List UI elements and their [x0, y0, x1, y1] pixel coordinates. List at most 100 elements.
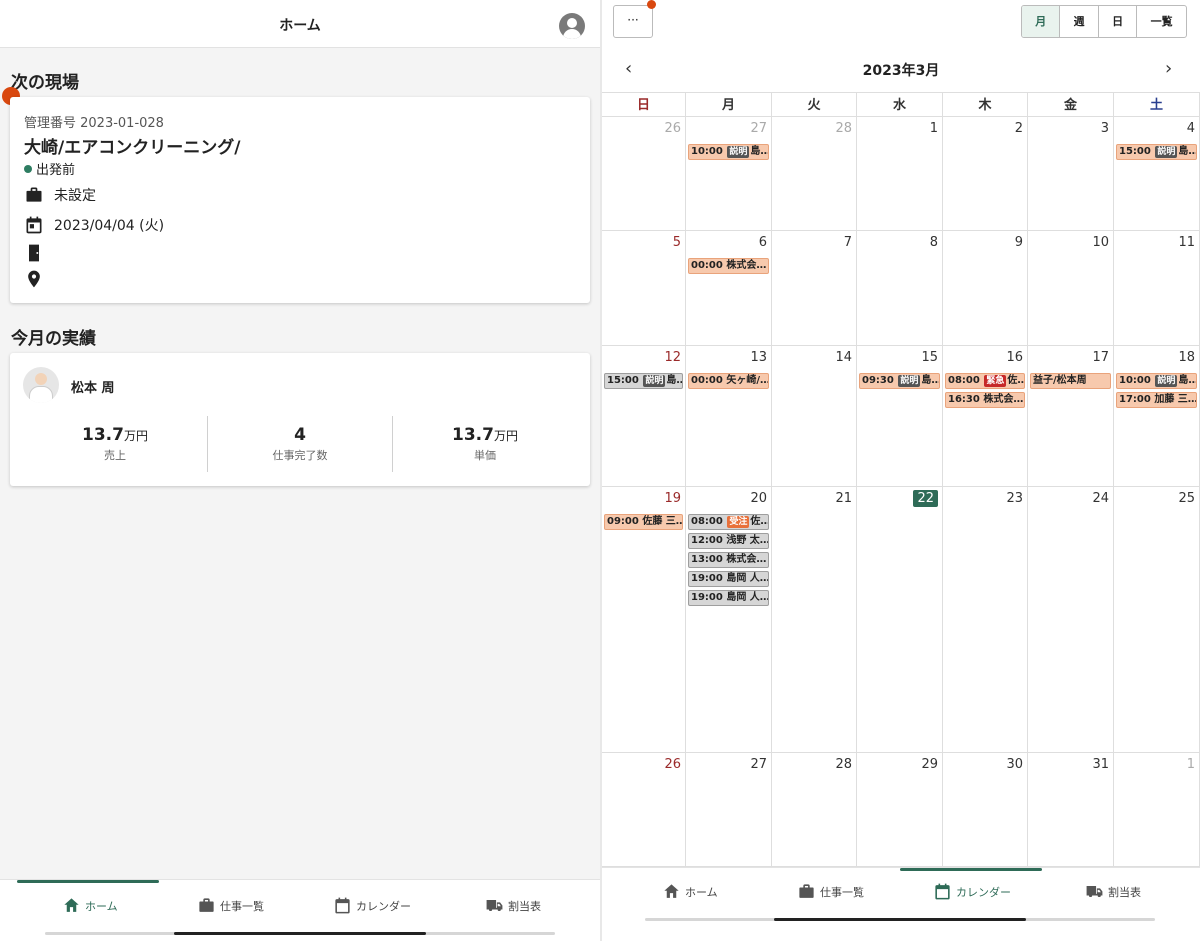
- more-button[interactable]: ···: [613, 5, 653, 38]
- nav-assignment[interactable]: 割当表: [485, 896, 541, 915]
- calendar-day-cell[interactable]: 1: [857, 117, 943, 231]
- event-title: 加藤 三…: [1154, 394, 1197, 405]
- management-number: 管理番号 2023-01-028: [24, 116, 164, 131]
- view-week-button[interactable]: 週: [1059, 6, 1097, 37]
- day-number: 15: [921, 350, 938, 365]
- calendar-day-cell[interactable]: 26: [602, 117, 686, 231]
- calendar-day-cell[interactable]: 17 益子/松本周: [1028, 346, 1114, 487]
- month-title: 2023年3月: [862, 63, 940, 79]
- calendar-day-cell[interactable]: 8: [857, 231, 943, 346]
- calendar-event[interactable]: 12:00 浅野 太…: [688, 533, 769, 549]
- day-number: 14: [835, 350, 852, 365]
- day-number: 24: [1092, 491, 1109, 506]
- calendar-day-cell[interactable]: 28: [772, 753, 857, 867]
- event-title: 佐…: [1007, 375, 1024, 386]
- calendar-icon: [335, 897, 350, 914]
- calendar-day-cell[interactable]: 6 00:00 株式会…: [686, 231, 772, 346]
- calendar-day-cell[interactable]: 2: [943, 117, 1028, 231]
- day-number: 21: [835, 491, 852, 506]
- nav-home[interactable]: ホーム: [62, 896, 118, 915]
- view-day-button[interactable]: 日: [1097, 6, 1136, 37]
- event-title: 株式会…: [726, 260, 767, 271]
- event-title: 益子/松本周: [1033, 375, 1087, 386]
- calendar-day-cell[interactable]: 3: [1028, 117, 1114, 231]
- calendar-day-cell[interactable]: 14: [772, 346, 857, 487]
- scrollbar[interactable]: [174, 932, 426, 935]
- event-tag: 説明: [1155, 375, 1178, 387]
- calendar-day-cell[interactable]: 1: [1114, 753, 1200, 867]
- calendar-day-cell[interactable]: 9: [943, 231, 1028, 346]
- calendar-day-cell[interactable]: 13 00:00 矢ヶ崎/…: [686, 346, 772, 487]
- calendar-day-cell[interactable]: 24: [1028, 487, 1114, 753]
- event-title: 島岡 人…: [726, 592, 769, 603]
- calendar-event[interactable]: 益子/松本周: [1030, 373, 1111, 389]
- calendar-event[interactable]: 19:00 島岡 人…: [688, 571, 769, 587]
- calendar-event[interactable]: 00:00 矢ヶ崎/…: [688, 373, 769, 389]
- calendar-day-cell[interactable]: 7: [772, 231, 857, 346]
- calendar-day-cell[interactable]: 10: [1028, 231, 1114, 346]
- calendar-day-cell[interactable]: 12 15:00 説明島…: [602, 346, 686, 487]
- next-month-icon[interactable]: ›: [1165, 58, 1172, 79]
- page-title: ホーム: [279, 18, 321, 34]
- divider: [207, 416, 208, 472]
- event-time: 10:00: [1119, 375, 1151, 386]
- nav-assignment[interactable]: 割当表: [1085, 882, 1141, 901]
- calendar-day-cell[interactable]: 22: [857, 487, 943, 753]
- weekday-header: 金: [1028, 92, 1114, 117]
- day-number: 6: [758, 235, 767, 250]
- scrollbar[interactable]: [774, 918, 1026, 921]
- calendar-day-cell[interactable]: 4 15:00 説明 島…: [1114, 117, 1200, 231]
- calendar-event[interactable]: 15:00 説明島…: [1116, 144, 1197, 160]
- calendar-day-cell[interactable]: 30: [943, 753, 1028, 867]
- building-row: [24, 243, 54, 263]
- calendar-day-cell[interactable]: 15 09:30 説明 島…: [857, 346, 943, 487]
- weekday-header: 木: [943, 92, 1028, 117]
- event-time: 17:00: [1119, 394, 1151, 405]
- calendar-event[interactable]: 15:00 説明島…: [604, 373, 683, 389]
- view-list-button[interactable]: 一覧: [1136, 6, 1186, 37]
- calendar-event[interactable]: 16:30 株式会…: [945, 392, 1025, 408]
- calendar-day-cell[interactable]: 25: [1114, 487, 1200, 753]
- calendar-event[interactable]: 10:00 説明 島…: [1116, 373, 1197, 389]
- calendar-event[interactable]: 10:00 説明 島…: [688, 144, 769, 160]
- nav-jobs[interactable]: 仕事一覧: [797, 882, 864, 901]
- calendar-event[interactable]: 09:00 佐藤 三…: [604, 514, 683, 530]
- calendar-day-cell[interactable]: 19 09:00 佐藤 三…: [602, 487, 686, 753]
- calendar-day-cell[interactable]: 26: [602, 753, 686, 867]
- day-number: 30: [1006, 757, 1023, 772]
- nav-calendar[interactable]: カレンダー: [933, 882, 1011, 901]
- calendar-event[interactable]: 09:30 説明 島…: [859, 373, 940, 389]
- day-number: 26: [664, 757, 681, 772]
- event-title: 佐藤 三…: [642, 516, 683, 527]
- next-site-card[interactable]: 管理番号 2023-01-028 大崎/エアコンクリーニング/ 出発前 未設定 …: [10, 97, 590, 303]
- active-tab-indicator: [900, 868, 1042, 871]
- calendar-day-cell[interactable]: 20 08:00 受注 佐… 12:00 浅野 太… 13:00 株式会… 19:00 島…: [686, 487, 772, 753]
- calendar-day-cell[interactable]: 27 10:00 説明 島…: [686, 117, 772, 231]
- calendar-day-cell[interactable]: 23: [943, 487, 1028, 753]
- calendar-event[interactable]: 00:00 株式会…: [688, 258, 769, 274]
- calendar-event[interactable]: 19:00 島岡 人…: [688, 590, 769, 606]
- calendar-screen: ··· 月 週 日 一覧 ‹ 2023年3月 › 日月火水木金土 26 27 10:0…: [602, 0, 1200, 941]
- calendar-day-cell[interactable]: 11: [1114, 231, 1200, 346]
- account-icon[interactable]: [559, 13, 585, 39]
- calendar-day-cell[interactable]: 18 10:00 説明 島… 17:00 加藤 三…: [1114, 346, 1200, 487]
- nav-jobs[interactable]: 仕事一覧: [197, 896, 264, 915]
- nav-home[interactable]: ホーム: [662, 882, 718, 901]
- event-time: 13:00: [691, 554, 723, 565]
- calendar-day-cell[interactable]: 21: [772, 487, 857, 753]
- day-number: 17: [1092, 350, 1109, 365]
- calendar-day-cell[interactable]: 27: [686, 753, 772, 867]
- view-month-button[interactable]: 月: [1022, 6, 1060, 37]
- day-number: 28: [835, 757, 852, 772]
- calendar-event[interactable]: 08:00 緊急佐…: [945, 373, 1025, 389]
- calendar-event[interactable]: 17:00 加藤 三…: [1116, 392, 1197, 408]
- nav-calendar[interactable]: カレンダー: [333, 896, 411, 915]
- calendar-event[interactable]: 13:00 株式会…: [688, 552, 769, 568]
- job-title: 大崎/エアコンクリーニング/: [24, 138, 241, 158]
- calendar-day-cell[interactable]: 28: [772, 117, 857, 231]
- calendar-day-cell[interactable]: 29: [857, 753, 943, 867]
- calendar-day-cell[interactable]: 5: [602, 231, 686, 346]
- calendar-event[interactable]: 08:00 受注 佐…: [688, 514, 769, 530]
- calendar-day-cell[interactable]: 16 08:00 緊急佐… 16:30 株式会…: [943, 346, 1028, 487]
- calendar-day-cell[interactable]: 31: [1028, 753, 1114, 867]
